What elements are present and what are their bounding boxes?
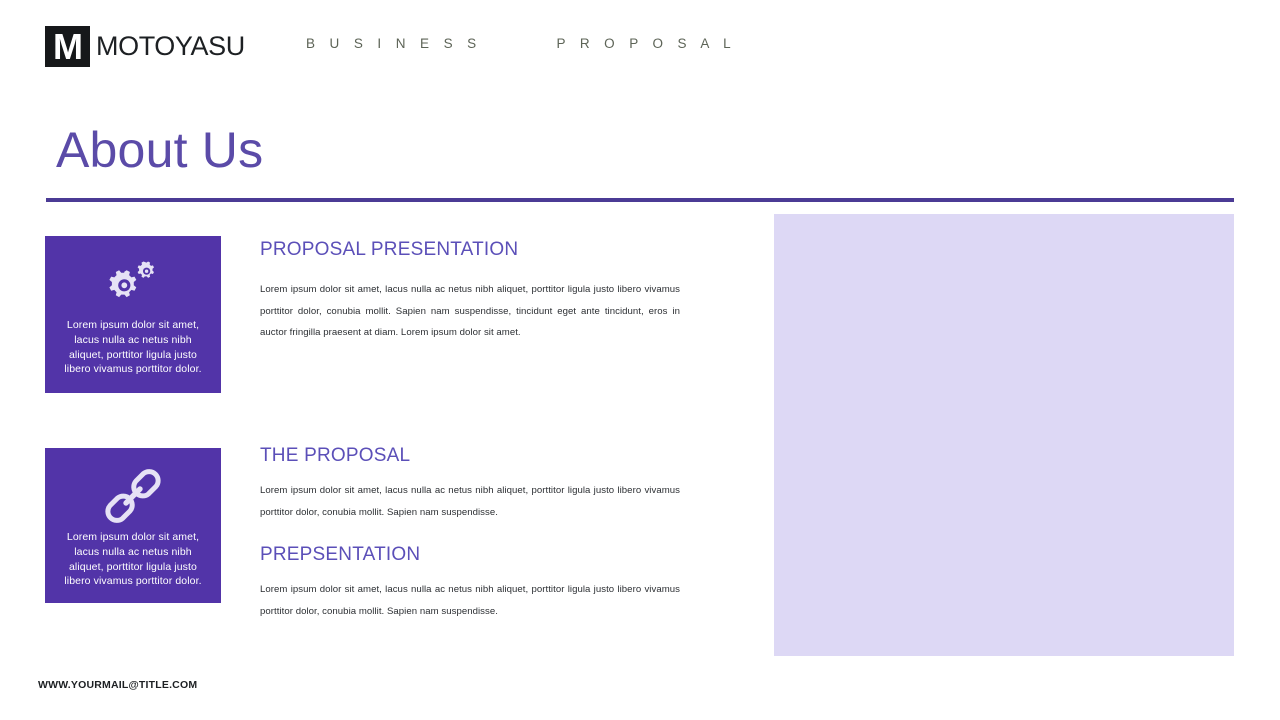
section-body-proposal-presentation: Lorem ipsum dolor sit amet, lacus nulla … xyxy=(260,284,680,338)
feature-card-text: Lorem ipsum dolor sit amet, lacus nulla … xyxy=(64,531,202,588)
link-icon xyxy=(102,468,164,524)
feature-card-link[interactable]: Lorem ipsum dolor sit amet, lacus nulla … xyxy=(45,448,221,603)
section-heading-proposal-presentation: PROPOSAL PRESENTATION xyxy=(260,239,519,260)
logo-letter: M xyxy=(53,25,83,67)
title-divider xyxy=(46,198,1234,202)
slide-about-us: M MOTOYASU B U S I N E S S P R O P O S A… xyxy=(0,0,1280,720)
page-title: About Us xyxy=(56,122,264,178)
header-nav: B U S I N E S S P R O P O S A L xyxy=(306,36,736,51)
logo-mark-icon: M xyxy=(45,26,90,67)
nav-item-proposal[interactable]: P R O P O S A L xyxy=(557,36,737,51)
brand-name: MOTOYASU xyxy=(96,31,245,61)
feature-card-gears[interactable]: Lorem ipsum dolor sit amet, lacus nulla … xyxy=(45,236,221,393)
image-placeholder[interactable] xyxy=(774,214,1234,656)
section-body-prepsentation: Lorem ipsum dolor sit amet, lacus nulla … xyxy=(260,584,680,617)
nav-item-business[interactable]: B U S I N E S S xyxy=(306,36,482,51)
section-body-the-proposal: Lorem ipsum dolor sit amet, lacus nulla … xyxy=(260,485,680,518)
slide-header: M MOTOYASU B U S I N E S S P R O P O S A… xyxy=(0,0,1280,95)
section-heading-the-proposal: THE PROPOSAL xyxy=(260,445,411,466)
brand-logo[interactable]: M MOTOYASU xyxy=(45,26,245,67)
feature-card-text: Lorem ipsum dolor sit amet, lacus nulla … xyxy=(64,319,202,376)
footer-email[interactable]: WWW.YOURMAIL@TITLE.COM xyxy=(38,679,197,691)
gears-icon xyxy=(102,258,164,310)
section-heading-prepsentation: PREPSENTATION xyxy=(260,544,421,565)
